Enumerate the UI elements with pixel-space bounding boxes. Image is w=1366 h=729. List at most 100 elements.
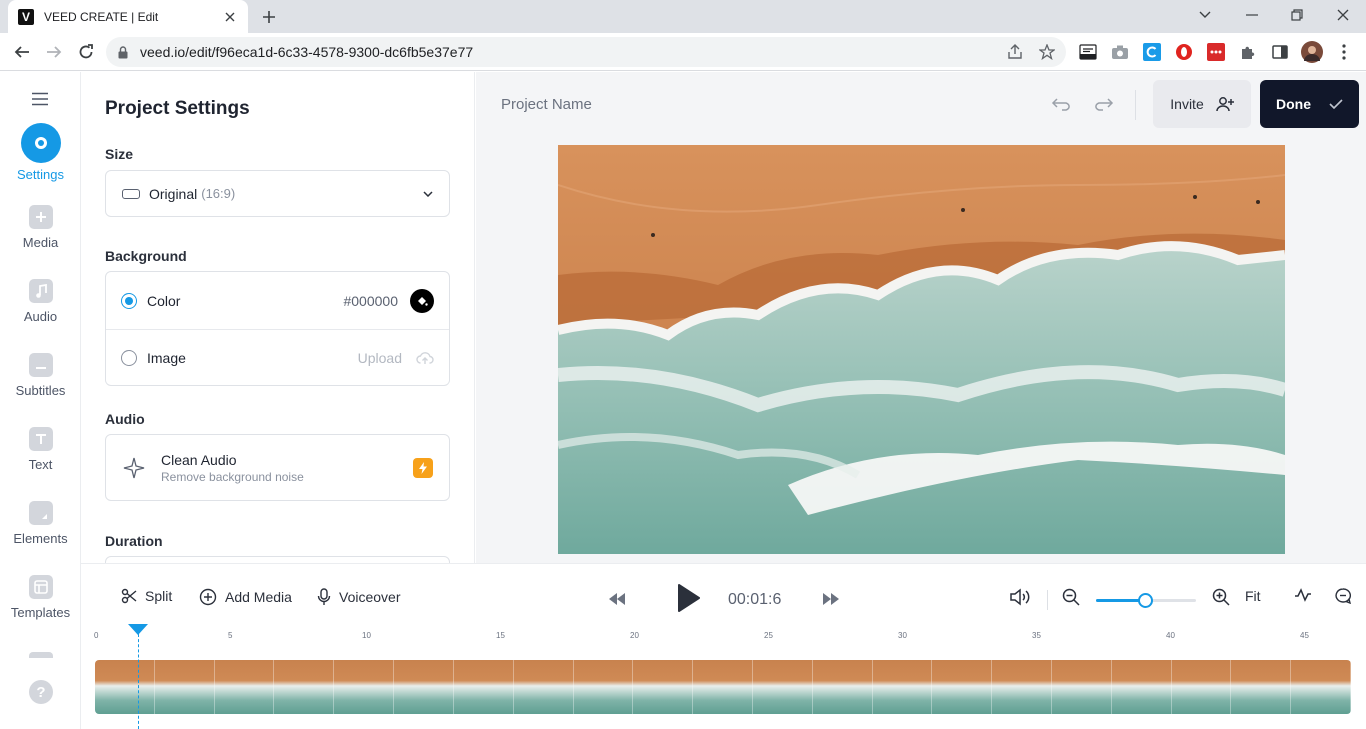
zoom-slider-handle[interactable] bbox=[1138, 593, 1153, 608]
timeline-frame-thumbnail bbox=[95, 660, 155, 714]
play-icon[interactable] bbox=[678, 584, 700, 612]
playhead[interactable] bbox=[128, 622, 148, 729]
share-icon[interactable] bbox=[1006, 44, 1024, 60]
sidebar-item-label: Settings bbox=[17, 167, 64, 182]
sidebar-item-label: Templates bbox=[10, 605, 71, 620]
image-radio[interactable] bbox=[121, 350, 137, 366]
timeline-frame-thumbnail bbox=[334, 660, 395, 714]
volume-icon[interactable] bbox=[1009, 588, 1031, 606]
comments-icon[interactable] bbox=[1335, 588, 1351, 604]
recorder-extension-icon[interactable] bbox=[1207, 43, 1225, 61]
invite-button[interactable]: Invite bbox=[1153, 80, 1251, 128]
upload-cloud-icon[interactable] bbox=[416, 351, 434, 365]
subtitles-icon bbox=[28, 353, 53, 377]
timeline-frame-thumbnail bbox=[1052, 660, 1112, 714]
timeline-frame-thumbnail bbox=[1111, 660, 1172, 714]
restore-window-icon[interactable] bbox=[1284, 4, 1310, 26]
project-name-input[interactable]: Project Name bbox=[501, 96, 592, 113]
voiceover-button[interactable]: Voiceover bbox=[317, 588, 400, 606]
timeline-frame-thumbnail bbox=[573, 660, 634, 714]
background-options: Color #000000 Image Upload bbox=[105, 271, 450, 386]
rewind-icon[interactable] bbox=[609, 593, 625, 605]
audio-section-label: Audio bbox=[105, 411, 145, 427]
paint-bucket-icon[interactable] bbox=[410, 288, 434, 313]
upload-label[interactable]: Upload bbox=[358, 350, 402, 366]
extensions-puzzle-icon[interactable] bbox=[1239, 43, 1257, 61]
zoom-in-icon[interactable] bbox=[1212, 588, 1230, 606]
zoom-out-icon[interactable] bbox=[1062, 588, 1080, 606]
ruler-label: 35 bbox=[1032, 631, 1041, 640]
timeline: 0 5 10 15 20 25 30 35 40 45 bbox=[81, 622, 1366, 729]
size-ratio: (16:9) bbox=[201, 186, 236, 201]
timeline-ruler[interactable]: 0 5 10 15 20 25 30 35 40 45 bbox=[81, 622, 1366, 652]
aspect-ratio-icon bbox=[122, 188, 140, 199]
duration-field[interactable] bbox=[105, 556, 450, 563]
forward-arrow-icon[interactable] bbox=[43, 41, 65, 63]
background-color-option[interactable]: Color #000000 bbox=[106, 272, 449, 329]
timeline-frame-thumbnail bbox=[453, 660, 514, 714]
ruler-label: 10 bbox=[362, 631, 371, 640]
clean-audio-card[interactable]: Clean Audio Remove background noise bbox=[105, 434, 450, 501]
fast-forward-icon[interactable] bbox=[823, 593, 839, 605]
elements-icon bbox=[28, 501, 53, 525]
hamburger-menu-icon[interactable] bbox=[31, 92, 49, 106]
microphone-icon bbox=[317, 588, 331, 606]
opera-extension-icon[interactable] bbox=[1175, 43, 1193, 61]
help-icon[interactable]: ? bbox=[29, 680, 53, 704]
timeline-frame-thumbnail bbox=[513, 660, 574, 714]
close-window-icon[interactable] bbox=[1330, 4, 1356, 26]
sidebar-item-media[interactable]: Media bbox=[0, 205, 81, 250]
ruler-label: 30 bbox=[898, 631, 907, 640]
profile-avatar[interactable] bbox=[1301, 41, 1323, 63]
browser-tab[interactable]: V VEED CREATE | Edit bbox=[8, 0, 248, 33]
waveform-icon[interactable] bbox=[1294, 588, 1312, 602]
preview-area: Project Name Invite Done bbox=[476, 72, 1366, 563]
undo-icon[interactable] bbox=[1049, 94, 1075, 114]
timeline-frame-thumbnail bbox=[932, 660, 993, 714]
done-button[interactable]: Done bbox=[1260, 80, 1359, 128]
chrome-menu-icon[interactable] bbox=[1335, 43, 1353, 61]
color-radio[interactable] bbox=[121, 292, 137, 309]
ruler-label: 45 bbox=[1300, 631, 1309, 640]
add-user-icon bbox=[1215, 96, 1234, 112]
address-bar[interactable]: veed.io/edit/f96eca1d-6c33-4578-9300-dc6… bbox=[106, 37, 1066, 67]
sidebar-item-text[interactable]: Text bbox=[0, 427, 81, 472]
timeline-frame-thumbnail bbox=[992, 660, 1052, 714]
tab-search-chevron-icon[interactable] bbox=[1192, 4, 1218, 26]
sidebar-item-elements[interactable]: Elements bbox=[0, 501, 81, 546]
timeline-frame-thumbnail bbox=[872, 660, 933, 714]
new-tab-button[interactable] bbox=[258, 6, 280, 28]
timeline-frame-thumbnail bbox=[1231, 660, 1292, 714]
clean-audio-subtitle: Remove background noise bbox=[161, 469, 304, 484]
split-button[interactable]: Split bbox=[121, 588, 172, 604]
zoom-slider[interactable] bbox=[1096, 593, 1196, 608]
timeline-frame-thumbnail bbox=[154, 660, 215, 714]
sidebar-item-templates[interactable]: Templates bbox=[0, 575, 81, 620]
sidebar-item-settings[interactable]: Settings bbox=[0, 123, 81, 182]
sidebar-item-audio[interactable]: Audio bbox=[0, 279, 81, 324]
video-track[interactable] bbox=[95, 660, 1351, 714]
back-arrow-icon[interactable] bbox=[11, 41, 33, 63]
timeline-frame-thumbnail bbox=[214, 660, 275, 714]
reload-icon[interactable] bbox=[75, 41, 97, 63]
minimize-window-icon[interactable] bbox=[1239, 4, 1265, 26]
redo-icon[interactable] bbox=[1090, 94, 1116, 114]
color-hex-value[interactable]: #000000 bbox=[343, 293, 398, 309]
project-settings-panel: Project Settings Size Original (16:9) Ba… bbox=[81, 72, 475, 563]
sidebar-item-subtitles[interactable]: Subtitles bbox=[0, 353, 81, 398]
size-dropdown[interactable]: Original (16:9) bbox=[105, 170, 450, 217]
add-media-button[interactable]: Add Media bbox=[199, 588, 292, 606]
c-extension-icon[interactable] bbox=[1143, 43, 1161, 61]
news-extension-icon[interactable] bbox=[1079, 43, 1097, 61]
bookmark-star-icon[interactable] bbox=[1038, 44, 1056, 60]
plus-circle-icon bbox=[199, 588, 217, 606]
camera-extension-icon[interactable] bbox=[1111, 43, 1129, 61]
side-panel-icon[interactable] bbox=[1271, 43, 1289, 61]
close-tab-icon[interactable] bbox=[222, 9, 238, 25]
video-preview[interactable] bbox=[558, 145, 1285, 554]
background-image-option[interactable]: Image Upload bbox=[106, 329, 449, 386]
timeline-frame-thumbnail bbox=[1171, 660, 1232, 714]
music-note-icon bbox=[28, 279, 53, 303]
done-label: Done bbox=[1276, 96, 1311, 112]
fit-button[interactable]: Fit bbox=[1245, 588, 1261, 604]
